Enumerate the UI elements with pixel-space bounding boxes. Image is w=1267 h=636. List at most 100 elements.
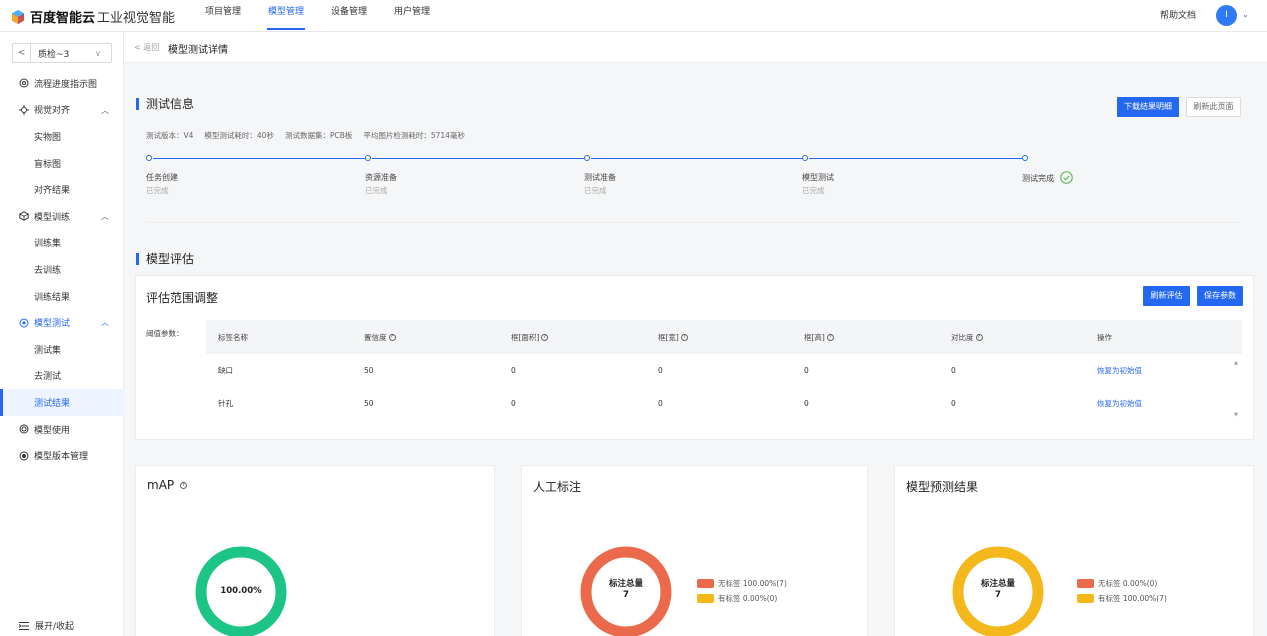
save-params-button[interactable]: 保存参数	[1197, 286, 1243, 306]
divider	[146, 222, 1240, 223]
test-icon	[19, 318, 29, 328]
sidebar-item-train-result[interactable]: 训练结果	[0, 283, 124, 310]
nav-item-user[interactable]: 用户管理	[394, 0, 430, 32]
main-content: < 返回 模型测试详情 测试信息 下载结果明细 刷新此页面 测试版本：V4 模型…	[124, 32, 1267, 636]
step-title: 测试完成	[1022, 174, 1054, 183]
donut-center-label: 标注总量	[980, 579, 1015, 589]
back-link[interactable]: < 返回	[134, 42, 159, 53]
help-icon[interactable]: ?	[541, 334, 549, 341]
sidebar-item-train-set[interactable]: 训练集	[0, 230, 124, 257]
help-icon[interactable]: ?	[388, 334, 396, 341]
sidebar-item-align-result[interactable]: 对齐结果	[0, 176, 124, 203]
logo[interactable]: 百度智能云 工业视觉智能	[10, 7, 175, 26]
nav-item-project[interactable]: 项目管理	[205, 0, 241, 32]
menu-fold-icon	[19, 621, 29, 630]
avatar[interactable]: I	[1216, 5, 1237, 26]
step-line	[372, 157, 584, 159]
download-results-button[interactable]: 下载结果明细	[1117, 97, 1179, 117]
sidebar-item-test-set[interactable]: 测试集	[0, 336, 124, 363]
step-final: 测试完成	[1022, 171, 1073, 185]
step-status: 已完成	[146, 186, 169, 195]
step-dot	[365, 155, 371, 161]
sidebar-item-go-test[interactable]: 去测试	[0, 363, 124, 390]
help-icon[interactable]: ?	[179, 482, 187, 489]
sidebar-group-align[interactable]: 视觉对齐 ︿	[0, 97, 124, 124]
project-selector[interactable]: < 质检~3 ∨	[12, 43, 112, 63]
reset-default-link[interactable]: 恢复为初始值	[1085, 398, 1242, 409]
legend-item: 无标签 100.00%(7)	[697, 576, 787, 591]
sidebar-item-blind-image[interactable]: 盲标图	[0, 150, 124, 177]
legend: 无标签 0.00%(0) 有标签 100.00%(7)	[1077, 576, 1167, 606]
legend-item: 有标签 0.00%(0)	[697, 591, 787, 606]
sidebar-item-real-image[interactable]: 实物图	[0, 123, 124, 150]
sidebar-group-test[interactable]: 模型测试 ︿	[0, 309, 124, 336]
sidebar-item-go-train[interactable]: 去训练	[0, 256, 124, 283]
prev-project-button[interactable]: <	[13, 44, 31, 62]
chevron-up-icon: ︿	[101, 211, 109, 221]
reset-default-link[interactable]: 恢复为初始值	[1085, 365, 1242, 376]
confidence-cell[interactable]: 50	[352, 366, 499, 375]
project-name: 质检~3	[38, 49, 70, 60]
help-icon[interactable]: ?	[826, 334, 834, 341]
label-name-cell: 针孔	[218, 399, 233, 408]
sidebar-item-label: 模型测试	[34, 319, 71, 330]
refresh-eval-button[interactable]: 刷新评估	[1143, 286, 1190, 306]
help-docs-link[interactable]: 帮助文档	[1160, 8, 1196, 21]
threshold-label: 阈值参数：	[146, 329, 184, 338]
chart-title: mAP ?	[147, 478, 187, 492]
check-circle-icon	[1059, 171, 1073, 184]
evaluation-heading: 模型评估	[136, 250, 194, 267]
step-dot	[146, 155, 152, 161]
prediction-chart-card: 模型预测结果 标注总量 7 无标签 0.00%(0) 有标签 100.00%(7…	[894, 465, 1254, 636]
section-title: 测试信息	[146, 97, 195, 111]
align-icon	[19, 104, 29, 115]
version-icon	[19, 451, 29, 461]
legend-item: 有标签 100.00%(7)	[1077, 591, 1167, 606]
box-area-cell[interactable]: 0	[499, 366, 646, 375]
scroll-up-icon[interactable]: ▲	[1234, 360, 1238, 366]
contrast-cell[interactable]: 0	[939, 399, 1085, 408]
contrast-cell[interactable]: 0	[939, 366, 1085, 375]
refresh-page-button[interactable]: 刷新此页面	[1186, 97, 1241, 117]
section-title: 模型评估	[146, 252, 195, 266]
sidebar-item-test-result[interactable]: 测试结果	[0, 389, 124, 416]
scroll-down-icon[interactable]: ▼	[1234, 412, 1238, 418]
step-dot	[584, 155, 590, 161]
collapse-toggle[interactable]: 展开/收起	[19, 619, 74, 632]
chevron-down-icon: ∨	[95, 48, 101, 58]
sidebar-item-flow[interactable]: 流程进度指示图	[0, 70, 124, 97]
column-header-label: 对比度	[951, 332, 974, 342]
legend-label: 无标签 100.00%(7)	[718, 579, 787, 588]
breadcrumb: < 返回 模型测试详情	[124, 32, 1267, 63]
column-header: 对比度?	[939, 332, 1085, 343]
box-height-cell[interactable]: 0	[792, 399, 939, 408]
box-height-cell[interactable]: 0	[792, 366, 939, 375]
column-header: 操作	[1097, 332, 1112, 342]
help-icon[interactable]: ?	[975, 334, 983, 341]
nav-item-model[interactable]: 模型管理	[267, 0, 306, 32]
chevron-down-icon[interactable]: ⌄	[1242, 10, 1249, 19]
box-area-cell[interactable]: 0	[499, 399, 646, 408]
column-header-label: 置信度	[364, 332, 387, 342]
nav-item-device[interactable]: 设备管理	[331, 0, 367, 32]
legend-item: 无标签 0.00%(0)	[1077, 576, 1167, 591]
map-title: mAP	[147, 478, 175, 492]
baidu-cloud-logo-icon	[12, 9, 24, 24]
sidebar-item-version[interactable]: 模型版本管理	[0, 442, 124, 469]
column-header: 框[面积]?	[499, 332, 646, 343]
chart-title: 模型预测结果	[906, 480, 979, 494]
confidence-cell[interactable]: 50	[352, 399, 499, 408]
sidebar-item-model-use[interactable]: 模型使用	[0, 416, 124, 443]
donut-center-label: 标注总量	[608, 579, 643, 589]
test-info-heading: 测试信息	[136, 95, 194, 112]
box-width-cell[interactable]: 0	[646, 399, 792, 408]
column-header: 框[宽]?	[646, 332, 792, 343]
sidebar-group-train[interactable]: 模型训练 ︿	[0, 203, 124, 230]
legend-swatch	[1077, 579, 1094, 588]
box-width-cell[interactable]: 0	[646, 366, 792, 375]
page-title: 模型测试详情	[168, 45, 228, 56]
help-icon[interactable]: ?	[680, 334, 688, 341]
legend-label: 无标签 0.00%(0)	[1098, 579, 1158, 588]
step-line	[809, 157, 1022, 159]
flow-icon	[19, 78, 29, 88]
